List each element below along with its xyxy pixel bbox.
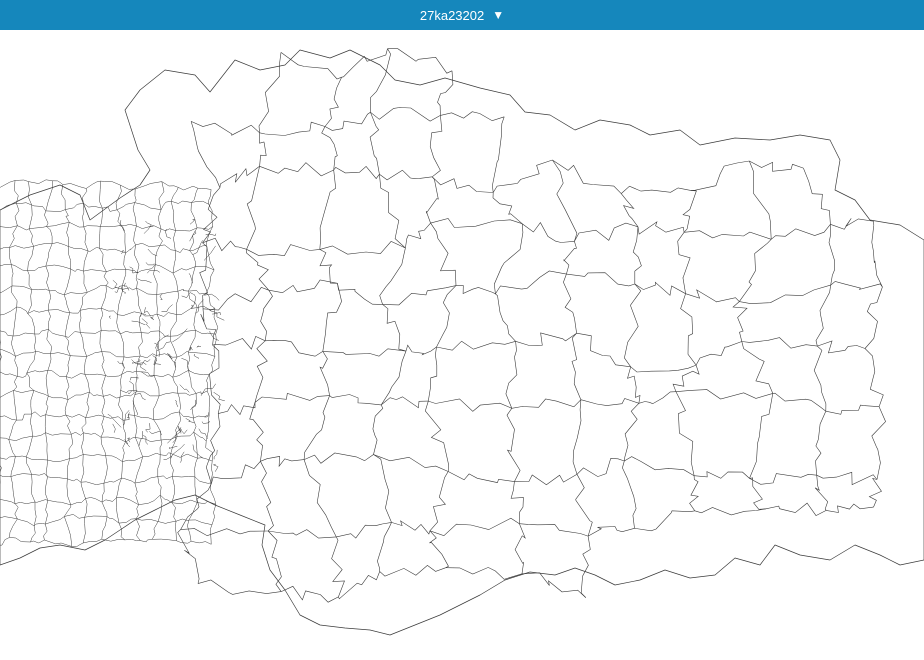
- ward-boundary: [175, 521, 177, 541]
- area-selector[interactable]: 27ka23202 ▼: [0, 0, 924, 30]
- ward-boundary: [187, 520, 192, 542]
- ward-boundary: [0, 180, 16, 188]
- area-selector-label: 27ka23202: [419, 7, 485, 23]
- district-boundary: [521, 572, 587, 598]
- ward-boundary: [171, 502, 177, 522]
- ward-boundary: [171, 499, 198, 505]
- district-boundary: [180, 528, 269, 537]
- ward-boundary: [52, 180, 63, 185]
- ward-boundary: [152, 538, 177, 541]
- ward-boundary: [14, 179, 29, 182]
- ward-boundary: [83, 203, 103, 209]
- region-outline: [0, 49, 924, 636]
- district-boundary: [197, 579, 282, 595]
- ward-boundary: [86, 180, 101, 189]
- ward-boundary: [191, 541, 212, 545]
- ward-boundary: [135, 518, 141, 541]
- ward-boundary: [151, 521, 159, 540]
- ward-boundary: [176, 540, 192, 544]
- district-boundary: [177, 529, 200, 584]
- ward-boundary: [136, 518, 159, 522]
- ward-boundary: [82, 188, 88, 204]
- ward-boundary: [120, 184, 136, 190]
- ward-boundary: [158, 520, 177, 524]
- map-canvas[interactable]: [0, 30, 924, 660]
- ward-boundary: [100, 180, 121, 186]
- district-boundary: [387, 48, 453, 74]
- ward-boundary: [62, 183, 87, 189]
- ward-boundary: [176, 518, 189, 522]
- caret-down-icon: ▼: [492, 8, 505, 22]
- ward-boundary: [211, 504, 217, 525]
- ward-boundary: [99, 181, 103, 209]
- ward-boundary: [188, 519, 213, 525]
- ward-boundary: [140, 539, 153, 543]
- ward-boundary: [188, 502, 198, 521]
- ward-boundary: [14, 180, 19, 204]
- ward-boundary: [124, 539, 141, 542]
- boundary-map[interactable]: [0, 30, 924, 660]
- ward-boundary: [28, 179, 53, 184]
